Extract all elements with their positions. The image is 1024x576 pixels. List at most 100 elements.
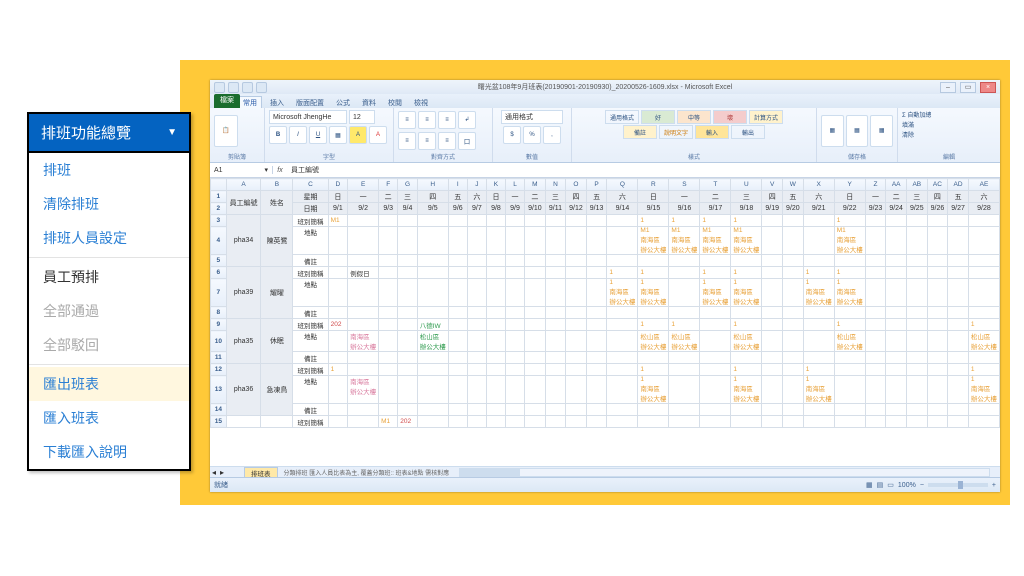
cell[interactable]	[927, 255, 948, 267]
cell[interactable]	[948, 331, 969, 352]
cell[interactable]: 1	[328, 364, 348, 376]
cell[interactable]	[348, 352, 379, 364]
minimize-button[interactable]: –	[940, 82, 956, 93]
cell[interactable]	[762, 416, 783, 428]
cell[interactable]	[505, 267, 524, 279]
cell[interactable]	[586, 331, 607, 352]
cell[interactable]: 1	[638, 267, 669, 279]
cell[interactable]	[525, 227, 546, 255]
col-header[interactable]: W	[783, 179, 804, 191]
cell[interactable]	[505, 215, 524, 227]
cell[interactable]	[927, 279, 948, 307]
cell[interactable]	[607, 416, 638, 428]
delete-cells-button[interactable]: ▦	[846, 115, 869, 147]
col-header[interactable]: Y	[834, 179, 865, 191]
cell[interactable]: 日	[638, 191, 669, 203]
col-header[interactable]: A	[226, 179, 261, 191]
col-header[interactable]: E	[348, 179, 379, 191]
cell[interactable]	[669, 279, 700, 307]
col-header[interactable]: AC	[927, 179, 948, 191]
cell[interactable]: 9/11	[545, 203, 565, 215]
view-normal-icon[interactable]: ▦	[866, 481, 873, 489]
col-header[interactable]: I	[448, 179, 467, 191]
cell[interactable]	[525, 307, 546, 319]
col-header[interactable]: AB	[906, 179, 927, 191]
cell[interactable]	[417, 376, 448, 404]
cell[interactable]	[525, 404, 546, 416]
menu-item-9[interactable]: 匯入班表	[29, 401, 189, 435]
cell[interactable]: 1	[638, 319, 669, 331]
cell[interactable]	[379, 255, 398, 267]
cell[interactable]	[731, 307, 762, 319]
cell[interactable]	[545, 416, 565, 428]
cell[interactable]: 9/5	[417, 203, 448, 215]
cell[interactable]	[906, 215, 927, 227]
cell[interactable]	[886, 352, 907, 364]
cell[interactable]: 9/1	[328, 203, 348, 215]
underline-button[interactable]: U	[309, 126, 327, 144]
cell[interactable]	[834, 416, 865, 428]
cell[interactable]: 松山區辦公大樓	[417, 331, 448, 352]
cell[interactable]	[865, 215, 886, 227]
cell[interactable]	[448, 215, 467, 227]
cell[interactable]: pha39	[226, 267, 261, 319]
cell[interactable]	[607, 352, 638, 364]
cell[interactable]: 班別簡稱	[293, 319, 328, 331]
cell[interactable]: M1南海區辦公大樓	[700, 227, 731, 255]
cell[interactable]	[927, 404, 948, 416]
cell[interactable]: 9/10	[525, 203, 546, 215]
cell[interactable]	[669, 255, 700, 267]
cell[interactable]	[467, 376, 486, 404]
cell[interactable]	[398, 404, 418, 416]
row-header[interactable]: 6	[211, 267, 227, 279]
cell[interactable]: 地點	[293, 376, 328, 404]
cell[interactable]: pha34	[226, 215, 261, 267]
cell[interactable]	[505, 416, 524, 428]
ribbon-tab-6[interactable]: 檢視	[410, 97, 432, 108]
cell[interactable]	[638, 307, 669, 319]
currency-button[interactable]: $	[503, 126, 521, 144]
cell[interactable]: 南海區辦公大樓	[348, 331, 379, 352]
cell[interactable]: 三	[906, 191, 927, 203]
cell[interactable]: 9/16	[669, 203, 700, 215]
col-header[interactable]: P	[586, 179, 607, 191]
cell[interactable]	[638, 416, 669, 428]
align-center-button[interactable]: ≡	[418, 132, 436, 150]
cell[interactable]: 1	[607, 267, 638, 279]
cell[interactable]	[731, 255, 762, 267]
style-neutral[interactable]: 中等	[677, 110, 711, 124]
cell[interactable]	[586, 416, 607, 428]
menu-item-4[interactable]: 員工預排	[29, 260, 189, 294]
cell[interactable]	[525, 319, 546, 331]
cell[interactable]: 1	[834, 319, 865, 331]
fill-color-button[interactable]: A	[349, 126, 367, 144]
cell[interactable]: 1	[731, 364, 762, 376]
ribbon-tab-1[interactable]: 插入	[266, 97, 288, 108]
cell[interactable]: 1南海區辦公大樓	[968, 376, 999, 404]
cell[interactable]	[328, 227, 348, 255]
cell[interactable]	[886, 364, 907, 376]
cell[interactable]	[467, 227, 486, 255]
align-mid-button[interactable]: ≡	[418, 111, 436, 129]
cell[interactable]: 備註	[293, 352, 328, 364]
cell[interactable]: 五	[783, 191, 804, 203]
cell[interactable]	[348, 255, 379, 267]
cell[interactable]: 9/23	[865, 203, 886, 215]
menu-item-2[interactable]: 排班人員設定	[29, 221, 189, 255]
cell[interactable]	[783, 376, 804, 404]
align-right-button[interactable]: ≡	[438, 132, 456, 150]
cell[interactable]	[348, 404, 379, 416]
cell[interactable]	[566, 267, 587, 279]
cell[interactable]: 9/22	[834, 203, 865, 215]
cell[interactable]	[348, 307, 379, 319]
cell[interactable]	[545, 307, 565, 319]
cell[interactable]	[525, 331, 546, 352]
row-header[interactable]: 3	[211, 215, 227, 227]
cell[interactable]: 四	[417, 191, 448, 203]
cell[interactable]: 9/3	[379, 203, 398, 215]
cell[interactable]	[379, 352, 398, 364]
cell[interactable]: 1	[731, 267, 762, 279]
col-header[interactable]: R	[638, 179, 669, 191]
cell[interactable]	[328, 331, 348, 352]
cell[interactable]	[566, 319, 587, 331]
